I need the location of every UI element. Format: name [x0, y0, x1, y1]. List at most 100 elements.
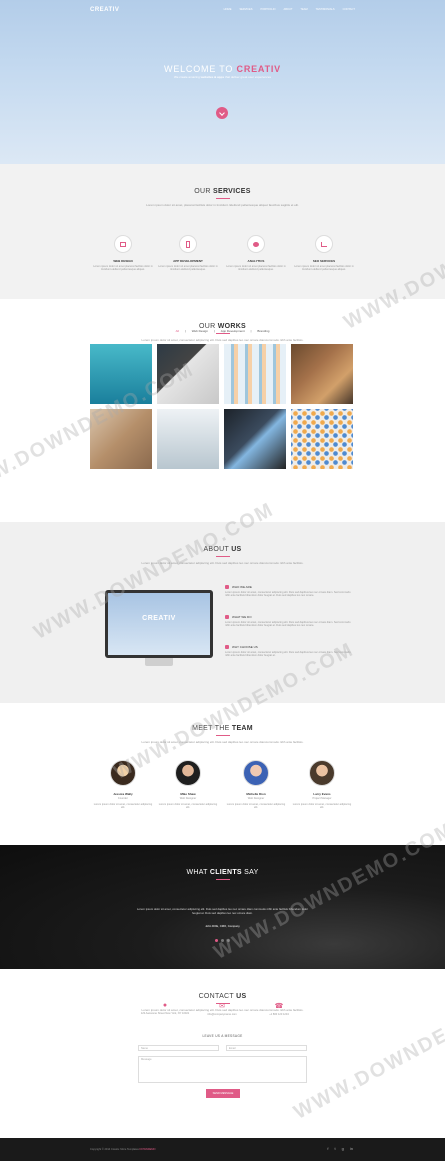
service-title: WEB DESIGN	[113, 259, 133, 263]
send-message-button[interactable]: SEND MESSAGE	[206, 1089, 240, 1098]
services-title-bold: SERVICES	[213, 188, 251, 195]
about-feature: WHY CHOOSE US Lorem ipsum dolor sit amet…	[225, 645, 355, 658]
carousel-dot[interactable]	[227, 939, 230, 942]
service-text: Lorem ipsum dolor sit amet placerat faci…	[294, 265, 354, 272]
imac-mockup: CREATIV	[105, 590, 213, 666]
team-section: MEET THE TEAM Lorem ipsum dolor sit amet…	[0, 703, 445, 845]
menu-item-team[interactable]: TEAM	[300, 8, 307, 11]
menu-item-contact[interactable]: CONTACT	[343, 8, 355, 11]
team-member: Larry Evans Project Manager Lorem ipsum …	[292, 760, 352, 810]
service-text: Lorem ipsum dolor sit amet placerat faci…	[93, 265, 153, 272]
scroll-down-button[interactable]	[216, 107, 228, 119]
service-item: SEO SERVICES Lorem ipsum dolor sit amet …	[294, 235, 354, 272]
linkedin-icon[interactable]: in	[350, 1146, 353, 1151]
about-section: ABOUT US Lorem ipsum dolor sit amet, con…	[0, 522, 445, 703]
carousel-dot[interactable]	[221, 939, 224, 942]
copyright-text: Copyright © 2014 Creativ. More Templates	[90, 1148, 139, 1151]
filter-web-design[interactable]: Web Design	[192, 329, 208, 333]
member-bio: Lorem ipsum dolor sit amet, consectetur …	[292, 803, 352, 810]
team-title: MEET THE TEAM	[0, 725, 445, 732]
member-bio: Lorem ipsum dolor sit amet, consectetur …	[158, 803, 218, 810]
hero-tagline-part1: We create amazing	[173, 75, 200, 79]
email-text[interactable]: info@companyname.com	[192, 1013, 252, 1016]
feature-text: Lorem ipsum dolor sit amet, consectetur …	[225, 591, 351, 598]
portfolio-item[interactable]	[157, 344, 219, 404]
portfolio-item[interactable]	[291, 344, 353, 404]
feature-title: WHAT WE DO	[232, 615, 252, 619]
line-chart-icon	[315, 235, 333, 253]
copyright: Copyright © 2014 Creativ. More Templates…	[90, 1148, 156, 1151]
main-menu: HOME SERVICES PORTFOLIO ABOUT TEAM TESTI…	[224, 8, 355, 11]
service-title: APP DEVELOPMENT	[173, 259, 203, 263]
member-role: Web Designer	[247, 797, 265, 800]
menu-item-about[interactable]: ABOUT	[283, 8, 292, 11]
carousel-dots	[0, 939, 445, 942]
title-divider	[215, 879, 230, 880]
copyright-link[interactable]: DOWNDEMO	[140, 1148, 156, 1151]
message-field[interactable]: Message	[138, 1056, 307, 1083]
service-text: Lorem ipsum dolor sit amet placerat faci…	[158, 265, 218, 272]
avatar	[243, 760, 269, 786]
member-role: Web Designer	[179, 797, 197, 800]
team-member: Mike Shaw Web Designer Lorem ipsum dolor…	[158, 760, 218, 810]
site-logo[interactable]: CREATIV	[90, 7, 119, 13]
menu-item-portfolio[interactable]: PORTFOLIO	[261, 8, 276, 11]
services-subtitle: Lorem ipsum dolor sit amet, placerat fac…	[146, 203, 299, 207]
hero-section: CREATIV HOME SERVICES PORTFOLIO ABOUT TE…	[0, 0, 445, 164]
contact-address: ● 123 Awesome Street New York, NY 10021	[135, 1002, 195, 1015]
works-section: OUR WORKS Lorem ipsum dolor sit amet, co…	[0, 299, 445, 522]
portfolio-item[interactable]	[291, 409, 353, 469]
team-member: Michelle Dion Web Designer Lorem ipsum d…	[226, 760, 286, 810]
menu-item-testimonials[interactable]: TESTIMONIALS	[316, 8, 335, 11]
member-bio: Lorem ipsum dolor sit amet, consectetur …	[93, 803, 153, 810]
title-divider	[215, 333, 230, 334]
member-role: Project Manager	[312, 797, 332, 800]
title-divider	[215, 198, 230, 199]
works-subtitle: Lorem ipsum dolor sit amet, consectetur …	[141, 338, 304, 342]
about-title-bold: US	[231, 546, 242, 553]
hero-heading-prefix: WELCOME TO	[164, 64, 234, 74]
services-title: OUR SERVICES	[0, 188, 445, 195]
filter-divider: |	[213, 329, 215, 333]
twitter-icon[interactable]: t	[335, 1146, 336, 1151]
filter-branding[interactable]: Branding	[257, 329, 269, 333]
feature-text: Lorem ipsum dolor sit amet, consectetur …	[225, 651, 351, 658]
facebook-icon[interactable]: f	[327, 1146, 328, 1151]
name-field[interactable]: Name	[138, 1045, 219, 1051]
member-bio: Lorem ipsum dolor sit amet, consectetur …	[226, 803, 286, 810]
social-links: f t g in	[327, 1146, 353, 1151]
member-name: Larry Evans	[313, 792, 331, 796]
service-item: ANALYTICS Lorem ipsum dolor sit amet pla…	[226, 235, 286, 272]
carousel-dot[interactable]	[215, 939, 218, 942]
portfolio-item[interactable]	[90, 344, 152, 404]
portfolio-item[interactable]	[224, 409, 286, 469]
team-subtitle: Lorem ipsum dolor sit amet, consectetur …	[141, 740, 304, 744]
testimonial-quote: Lorem ipsum dolor sit amet, consectetur …	[136, 907, 308, 915]
google-plus-icon[interactable]: g	[342, 1146, 344, 1151]
avatar	[110, 760, 136, 786]
team-member: Jessica Wally Founder Lorem ipsum dolor …	[93, 760, 153, 810]
email-field[interactable]: Email	[226, 1045, 307, 1051]
menu-item-services[interactable]: SERVICES	[239, 8, 252, 11]
phone-text: +1 800 123 1234	[269, 1013, 289, 1016]
testimonials-title-bold: CLIENTS	[209, 869, 242, 876]
contact-phone: ☎ +1 800 123 1234	[249, 1002, 309, 1016]
portfolio-item[interactable]	[157, 409, 219, 469]
menu-item-home[interactable]: HOME	[224, 8, 232, 11]
portfolio-item[interactable]	[224, 344, 286, 404]
imac-screen-logo: CREATIV	[142, 615, 176, 622]
portfolio-item[interactable]	[90, 409, 152, 469]
service-item: WEB DESIGN Lorem ipsum dolor sit amet pl…	[93, 235, 153, 272]
hero-tagline-part2: that deliver great user experiences	[224, 75, 272, 79]
member-name: Jessica Wally	[113, 792, 133, 796]
feature-title: WHY CHOOSE US	[232, 645, 258, 649]
filter-all[interactable]: All	[176, 329, 179, 333]
service-title: ANALYTICS	[247, 259, 265, 263]
filter-app-development[interactable]: App Development	[221, 329, 245, 333]
testimonial-author: John DOE, CMO, Company	[205, 924, 240, 928]
filter-divider: |	[250, 329, 252, 333]
about-feature: WHAT WE DO Lorem ipsum dolor sit amet, c…	[225, 615, 355, 628]
imac-screen: CREATIV	[105, 590, 213, 658]
avatar	[309, 760, 335, 786]
hero-heading-brand: CREATIV	[236, 64, 281, 74]
